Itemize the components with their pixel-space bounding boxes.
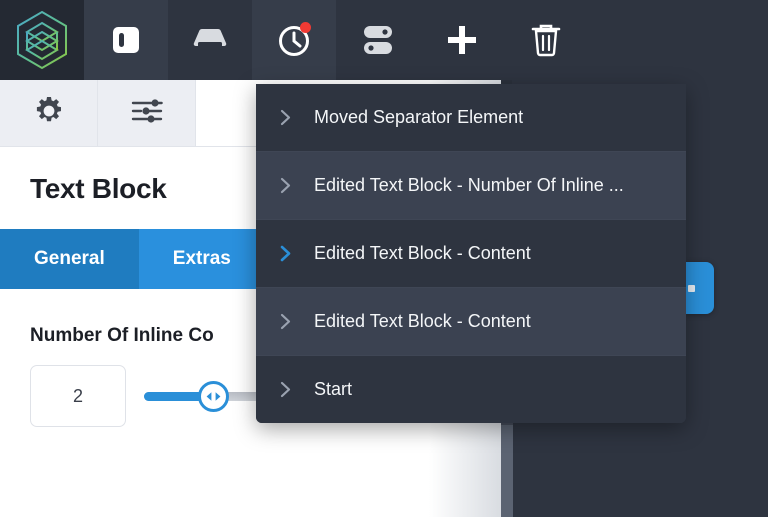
chevron-right-icon	[256, 177, 314, 194]
history-dropdown: Moved Separator Element Edited Text Bloc…	[256, 84, 686, 423]
app-logo-button[interactable]	[0, 0, 84, 80]
chevron-right-icon	[256, 381, 314, 398]
sliders-icon	[131, 96, 163, 131]
history-notification-badge	[300, 22, 311, 33]
tab-general[interactable]: General	[0, 229, 139, 289]
tab-extras[interactable]: Extras	[139, 229, 265, 289]
history-item-label: Start	[314, 379, 366, 400]
toggles-icon	[359, 23, 397, 57]
history-item-label: Edited Text Block - Number Of Inline ...	[314, 175, 638, 196]
panel-toggle-icon	[109, 23, 143, 57]
panel-tab-advanced-settings[interactable]	[98, 80, 196, 146]
history-item-label: Edited Text Block - Content	[314, 311, 545, 332]
history-item-label: Moved Separator Element	[314, 107, 537, 128]
history-item-4[interactable]: Start	[256, 356, 686, 423]
history-item-1[interactable]: Edited Text Block - Number Of Inline ...	[256, 152, 686, 219]
toggles-button[interactable]	[336, 0, 420, 80]
chevron-right-icon	[256, 109, 314, 126]
gear-icon	[34, 96, 64, 131]
save-button[interactable]	[168, 0, 252, 80]
panel-scrollbar-thumb[interactable]	[501, 425, 513, 517]
side-panel-tab-indicator	[688, 285, 695, 292]
slider-handle[interactable]	[198, 381, 229, 412]
panel-toggle-button[interactable]	[84, 0, 168, 80]
plus-icon	[445, 23, 479, 57]
left-right-arrows-icon	[205, 391, 222, 402]
panel-tab-general-settings[interactable]	[0, 80, 98, 146]
chevron-right-icon	[256, 313, 314, 330]
delete-button[interactable]	[504, 0, 588, 80]
chevron-right-icon-active	[256, 245, 314, 262]
trash-icon	[530, 22, 562, 58]
history-item-3[interactable]: Edited Text Block - Content	[256, 288, 686, 355]
top-toolbar	[0, 0, 768, 80]
save-disk-icon	[192, 25, 228, 55]
add-button[interactable]	[420, 0, 504, 80]
history-button[interactable]	[252, 0, 336, 80]
history-item-2[interactable]: Edited Text Block - Content	[256, 220, 686, 287]
history-item-label: Edited Text Block - Content	[314, 243, 545, 264]
hexagon-layers-logo-icon	[14, 10, 70, 70]
history-item-0[interactable]: Moved Separator Element	[256, 84, 686, 151]
inline-columns-value-input[interactable]: 2	[30, 365, 126, 427]
